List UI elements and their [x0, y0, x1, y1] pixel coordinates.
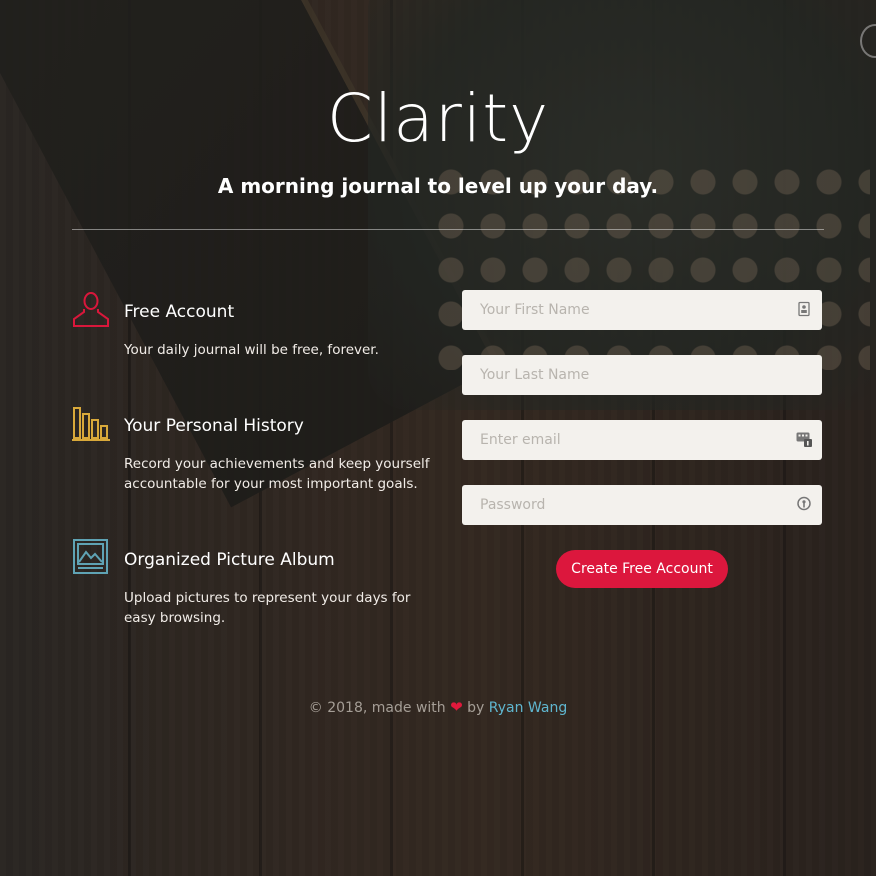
- create-account-button[interactable]: Create Free Account: [556, 550, 728, 588]
- email-field-wrapper: [462, 420, 822, 460]
- feature-description: Your daily journal will be free, forever…: [124, 342, 379, 358]
- heart-icon: ❤: [450, 698, 463, 716]
- last-name-field-wrapper: [462, 355, 822, 395]
- email-input[interactable]: [462, 420, 800, 460]
- signup-page: Clarity A morning journal to level up yo…: [0, 0, 876, 876]
- password-field-wrapper: [462, 485, 822, 525]
- tagline: A morning journal to level up your day.: [217, 174, 659, 198]
- footer: © 2018, made with ❤ by Ryan Wang: [0, 698, 876, 716]
- first-name-input[interactable]: [462, 290, 800, 330]
- keyboard-badge-icon: [796, 431, 812, 447]
- first-name-field-wrapper: [462, 290, 822, 330]
- picture-icon: [72, 538, 110, 576]
- user-icon: [72, 290, 110, 328]
- last-name-input[interactable]: [462, 355, 800, 395]
- bar-chart-icon: [72, 404, 110, 442]
- feature-description: Record your achievements and keep yourse…: [124, 456, 430, 492]
- password-input[interactable]: [462, 485, 800, 525]
- feature-heading: Your Personal History: [124, 416, 304, 436]
- key-icon: [796, 496, 812, 512]
- footer-by: by: [467, 700, 485, 716]
- divider: [72, 229, 824, 230]
- page-title: Clarity: [326, 80, 550, 157]
- author-link[interactable]: Ryan Wang: [489, 700, 567, 716]
- contact-card-icon: [796, 301, 812, 317]
- feature-heading: Free Account: [124, 302, 235, 322]
- footer-copyright: © 2018, made with: [308, 700, 446, 716]
- feature-description: Upload pictures to represent your days f…: [124, 590, 411, 626]
- feature-heading: Organized Picture Album: [124, 550, 335, 570]
